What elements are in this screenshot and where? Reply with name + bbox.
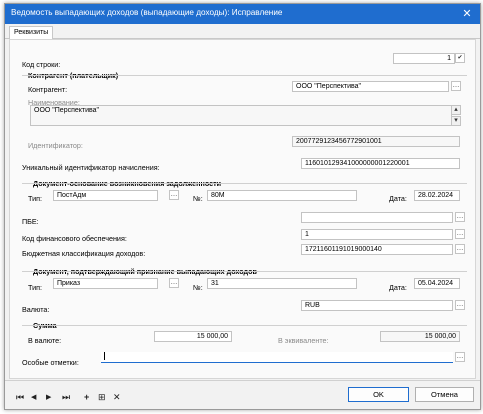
identifier-label: Идентификатор: <box>28 141 83 150</box>
counterparty-name-value: ООО "Перспектива" <box>34 107 100 114</box>
basis-num-label: №: <box>193 194 203 203</box>
dialog-window: Ведомость выпадающих доходов (выпадающие… <box>4 3 481 410</box>
in-currency-field[interactable]: 15 000,00 <box>154 331 232 342</box>
delete-record-icon[interactable]: ✕ <box>113 393 121 402</box>
equivalent-label: В эквиваленте: <box>278 336 329 345</box>
confirm-type-select-button[interactable]: … <box>169 278 179 288</box>
uin-field[interactable]: 116010129341000000001220001 <box>301 158 460 169</box>
basis-type-field[interactable]: ПостАдм <box>53 190 158 201</box>
uin-label: Уникальный идентификатор начисления: <box>22 163 160 172</box>
row-code-label: Код строки: <box>22 60 61 69</box>
section-divider <box>22 325 467 326</box>
confirm-type-label: Тип: <box>28 283 42 292</box>
identifier-value: 2007729123456772901001 <box>296 138 382 145</box>
currency-select-button[interactable]: … <box>455 300 465 310</box>
row-code-field[interactable]: 1 <box>393 53 455 64</box>
counterparty-select-button[interactable]: … <box>451 81 461 91</box>
row-code-check-icon[interactable]: ✔ <box>455 53 465 63</box>
title-bar: Ведомость выпадающих доходов (выпадающие… <box>5 4 480 24</box>
last-record-icon[interactable]: ⏭ <box>62 393 70 402</box>
in-currency-label: В валюте: <box>28 336 62 345</box>
footer-divider <box>5 380 480 381</box>
notes-field[interactable] <box>101 352 453 363</box>
add-copy-icon[interactable]: ⊞ <box>98 393 106 402</box>
counterparty-value: ООО "Перспектива" <box>296 83 362 90</box>
fin-code-value: 1 <box>305 231 309 238</box>
uin-value: 116010129341000000001220001 <box>305 160 410 167</box>
add-record-icon[interactable]: + <box>84 393 89 402</box>
confirm-type-field[interactable]: Приказ <box>53 278 158 289</box>
currency-field[interactable]: RUB <box>301 300 453 311</box>
section-divider <box>22 75 467 76</box>
basis-num-value: 80М <box>211 192 225 199</box>
basis-date-field[interactable]: 28.02.2024 <box>414 190 460 201</box>
tab-strip: Реквизиты <box>5 24 480 39</box>
currency-value: RUB <box>305 302 320 309</box>
row-code-value: 1 <box>447 55 451 62</box>
ok-button[interactable]: OK <box>348 387 409 402</box>
confirm-date-label: Дата: <box>389 283 407 292</box>
pbe-field[interactable] <box>301 212 453 223</box>
fin-code-field[interactable]: 1 <box>301 229 453 240</box>
basis-date-value: 28.02.2024 <box>418 192 454 199</box>
counterparty-name-field: ООО "Перспектива" <box>30 105 452 126</box>
equivalent-field: 15 000,00 <box>380 331 460 342</box>
pbe-select-button[interactable]: … <box>455 212 465 222</box>
close-icon[interactable]: ✕ <box>460 6 474 22</box>
window-title: Ведомость выпадающих доходов (выпадающие… <box>11 8 283 17</box>
basis-type-value: ПостАдм <box>57 192 87 199</box>
budget-class-field[interactable]: 17211601191019000140 <box>301 244 453 255</box>
basis-date-label: Дата: <box>389 194 407 203</box>
basis-type-select-button[interactable]: … <box>169 190 179 200</box>
confirm-num-label: №: <box>193 283 203 292</box>
pbe-label: ПБЕ: <box>22 217 39 226</box>
confirm-date-value: 05.04.2024 <box>418 280 454 287</box>
form-panel: Код строки: 1 ✔ Контрагент (плательщик) … <box>9 39 476 379</box>
scroll-down-button[interactable]: ▾ <box>451 116 461 126</box>
confirm-date-field[interactable]: 05.04.2024 <box>414 278 460 289</box>
prev-record-icon[interactable]: ◀ <box>31 393 36 402</box>
section-divider <box>22 183 467 184</box>
confirm-type-value: Приказ <box>57 280 81 287</box>
budget-class-select-button[interactable]: … <box>455 244 465 254</box>
basis-num-field[interactable]: 80М <box>207 190 357 201</box>
counterparty-label: Контрагент: <box>28 85 68 94</box>
currency-label: Валюта: <box>22 305 50 314</box>
fin-code-label: Код финансового обеспечения: <box>22 234 127 243</box>
cancel-button[interactable]: Отмена <box>415 387 474 402</box>
budget-class-label: Бюджетная классификация доходов: <box>22 249 146 258</box>
counterparty-field[interactable]: ООО "Перспектива" <box>292 81 449 92</box>
notes-select-button[interactable]: … <box>455 352 465 362</box>
next-record-icon[interactable]: ▶ <box>46 393 51 402</box>
notes-label: Особые отметки: <box>22 358 79 367</box>
first-record-icon[interactable]: ⏮ <box>16 393 24 402</box>
fin-code-select-button[interactable]: … <box>455 229 465 239</box>
equivalent-value: 15 000,00 <box>424 333 456 340</box>
identifier-field: 2007729123456772901001 <box>292 136 460 147</box>
text-cursor <box>104 352 105 361</box>
section-divider <box>22 271 467 272</box>
tab-requisites[interactable]: Реквизиты <box>9 26 54 39</box>
basis-type-label: Тип: <box>28 194 42 203</box>
scroll-up-button[interactable]: ▴ <box>451 105 461 115</box>
in-currency-value: 15 000,00 <box>196 333 228 340</box>
confirm-num-value: 31 <box>211 280 219 287</box>
confirm-num-field[interactable]: 31 <box>207 278 357 289</box>
budget-class-value: 17211601191019000140 <box>305 246 382 253</box>
